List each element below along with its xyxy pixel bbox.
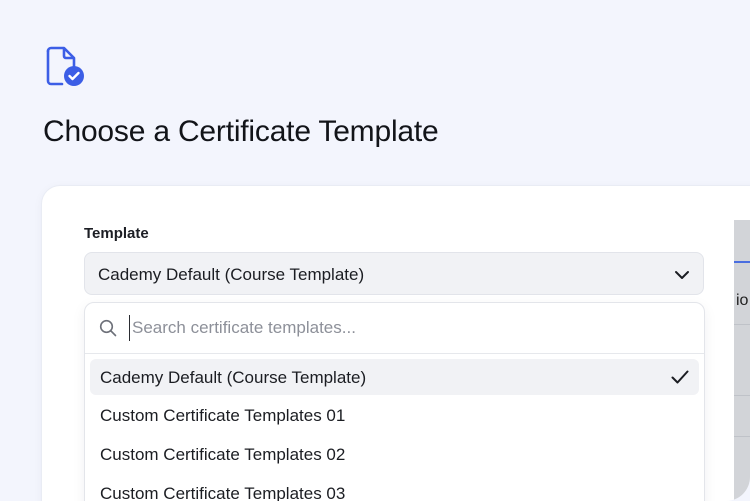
template-option[interactable]: Custom Certificate Templates 03	[90, 475, 699, 501]
check-icon	[671, 370, 689, 384]
template-dropdown: Cademy Default (Course Template) Custom …	[84, 302, 705, 501]
search-input[interactable]	[129, 315, 672, 341]
template-option[interactable]: Cademy Default (Course Template)	[90, 359, 699, 395]
template-option-label: Custom Certificate Templates 01	[100, 406, 346, 425]
document-check-icon	[46, 46, 84, 86]
template-select[interactable]: Cademy Default (Course Template)	[84, 252, 704, 295]
template-option-label: Custom Certificate Templates 03	[100, 484, 346, 501]
template-option-label: Custom Certificate Templates 02	[100, 445, 346, 464]
panel-divider	[734, 436, 750, 437]
panel-divider	[734, 324, 750, 325]
panel-accent-line	[734, 261, 750, 263]
dropdown-search-row	[85, 303, 704, 354]
template-option[interactable]: Custom Certificate Templates 02	[90, 436, 699, 472]
search-icon	[99, 319, 117, 337]
panel-text-fragment: io	[736, 292, 749, 309]
template-option-label: Cademy Default (Course Template)	[100, 368, 367, 387]
template-select-value: Cademy Default (Course Template)	[98, 265, 365, 284]
template-label: Template	[84, 225, 149, 242]
chevron-down-icon	[675, 271, 689, 279]
page-title: Choose a Certificate Template	[43, 115, 439, 148]
panel-divider	[734, 395, 750, 396]
template-option[interactable]: Custom Certificate Templates 01	[90, 397, 699, 433]
app-frame: Choose a Certificate Template io Templat…	[0, 0, 750, 501]
background-panel: io	[734, 220, 750, 501]
